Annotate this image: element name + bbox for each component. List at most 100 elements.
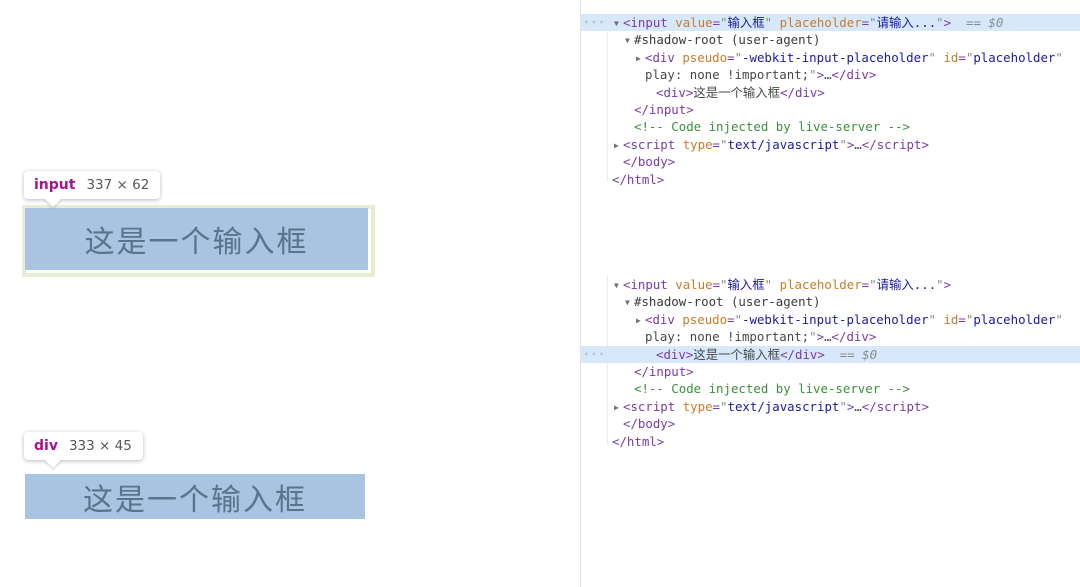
- code-token: >: [816, 67, 825, 83]
- code-token: text/javascript: [727, 398, 840, 414]
- code-token: text/javascript: [727, 136, 840, 152]
- chevron-right-icon[interactable]: ▶: [614, 399, 623, 416]
- code-token: body: [637, 154, 668, 170]
- code-token: >: [686, 363, 694, 379]
- code-token: value: [675, 15, 713, 30]
- chevron-down-icon[interactable]: ▼: [614, 15, 623, 32]
- code-token: >: [943, 15, 952, 30]
- dom-tree-block-div-selected[interactable]: ▼ <input value="输入框" placeholder="请输入..."…: [581, 276, 1080, 450]
- code-token: input: [630, 277, 668, 292]
- code-token: >: [817, 84, 825, 100]
- code-token: </: [612, 171, 627, 187]
- code-token: =: [727, 311, 735, 327]
- dom-tree-row[interactable]: <div>这是一个输入框</div>: [581, 84, 1080, 101]
- code-token: ": [734, 311, 743, 327]
- tooltip-dimensions: 337 × 62: [86, 177, 150, 193]
- highlighted-input-element[interactable]: 这是一个输入框: [25, 208, 368, 270]
- code-token: type: [682, 136, 713, 152]
- chevron-right-icon[interactable]: ▶: [636, 50, 645, 67]
- dom-tree-row[interactable]: </html>: [581, 171, 1080, 188]
- code-token: div: [663, 346, 686, 362]
- code-token: >: [868, 329, 877, 345]
- dom-tree-row[interactable]: ▼ #shadow-root (user-agent): [581, 31, 1080, 48]
- chevron-right-icon[interactable]: ▶: [614, 137, 623, 154]
- dom-tree-row[interactable]: </body>: [581, 153, 1080, 170]
- dom-tree-block-input-selected[interactable]: ••• ▼ <input value="输入框" placeholder="请输入.…: [581, 14, 1080, 188]
- code-token: ": [1055, 311, 1063, 327]
- dom-tree-row[interactable]: ▶ <script type="text/javascript">…</scrip…: [581, 398, 1080, 415]
- code-token: == $0: [824, 346, 878, 362]
- code-token: 这是一个输入框: [693, 84, 781, 100]
- code-token: id: [943, 49, 959, 65]
- code-token: …: [854, 398, 862, 414]
- dom-tree-row[interactable]: ▶ <div pseudo="-webkit-input-placeholder"…: [581, 49, 1080, 66]
- code-token: <!-- Code injected by live-server -->: [634, 119, 911, 135]
- code-token: type: [682, 398, 713, 414]
- code-token: script: [876, 398, 922, 414]
- dom-tree-row[interactable]: ▶ <script type="text/javascript">…</scrip…: [581, 136, 1080, 153]
- row-ellipsis-icon: •••: [583, 16, 606, 29]
- dom-tree-row-selected[interactable]: ••• <div>这是一个输入框</div> == $0: [581, 345, 1080, 363]
- code-token: body: [637, 416, 668, 432]
- code-token: >: [656, 433, 665, 449]
- code-token: >: [921, 398, 929, 414]
- dom-tree-row-selected[interactable]: ••• ▼ <input value="输入框" placeholder="请输入.…: [581, 14, 1080, 32]
- chevron-right-icon[interactable]: ▶: [636, 312, 645, 329]
- code-token: #shadow-root (user-agent): [634, 294, 821, 310]
- div-text: 这是一个输入框: [83, 482, 307, 518]
- code-token: ": [734, 49, 743, 65]
- code-token: placeholder: [779, 277, 862, 292]
- dom-tree-row[interactable]: </body>: [581, 415, 1080, 432]
- code-token: >: [921, 136, 929, 152]
- chevron-down-icon[interactable]: ▼: [625, 294, 634, 311]
- code-token: ": [809, 67, 817, 83]
- code-token: =: [712, 277, 721, 292]
- code-token: </: [831, 329, 847, 345]
- code-token: == $0: [951, 15, 1004, 30]
- dom-tree-row[interactable]: <!-- Code injected by live-server -->: [581, 380, 1080, 397]
- code-token: =: [712, 136, 721, 152]
- dom-tree-row-content: </html>: [581, 171, 664, 190]
- code-token: html: [626, 433, 657, 449]
- dom-tree-row[interactable]: ▼ <input value="输入框" placeholder="请输入..."…: [581, 276, 1080, 293]
- code-token: 请输入...: [876, 15, 937, 30]
- chevron-down-icon[interactable]: ▼: [625, 32, 634, 49]
- dom-tree-row[interactable]: </html>: [581, 433, 1080, 450]
- chevron-down-icon[interactable]: ▼: [614, 277, 623, 294]
- code-token: </: [861, 136, 877, 152]
- code-token: placeholder: [973, 311, 1056, 327]
- code-token: div: [652, 311, 675, 327]
- dom-tree-row[interactable]: </input>: [581, 101, 1080, 118]
- code-token: </: [780, 84, 795, 100]
- code-token: pseudo: [682, 49, 728, 65]
- dom-tree-row[interactable]: play: none !important;">…</div>: [581, 328, 1080, 345]
- code-token: </: [634, 101, 649, 117]
- code-token: >: [943, 277, 952, 292]
- code-token: ": [720, 277, 728, 292]
- code-token: script: [876, 136, 922, 152]
- tooltip-tag-name: div: [34, 438, 58, 454]
- code-token: >: [656, 171, 665, 187]
- dom-tree-row[interactable]: ▶ <div pseudo="-webkit-input-placeholder"…: [581, 311, 1080, 328]
- code-token: …: [854, 136, 862, 152]
- code-token: </: [780, 346, 795, 362]
- code-token: </: [634, 363, 649, 379]
- dom-tree-row[interactable]: </input>: [581, 363, 1080, 380]
- dom-tree-row[interactable]: <!-- Code injected by live-server -->: [581, 118, 1080, 135]
- highlighted-div-element[interactable]: 这是一个输入框: [25, 474, 365, 519]
- code-token: ": [936, 277, 944, 292]
- dom-tree-row[interactable]: ▼ #shadow-root (user-agent): [581, 293, 1080, 310]
- inspected-page-pane: input 337 × 62 这是一个输入框 div 333 × 45 这是一个…: [0, 0, 580, 587]
- code-token: ": [839, 136, 847, 152]
- dom-tree-row[interactable]: play: none !important;">…</div>: [581, 66, 1080, 83]
- input-value-text: 这是一个输入框: [84, 225, 309, 260]
